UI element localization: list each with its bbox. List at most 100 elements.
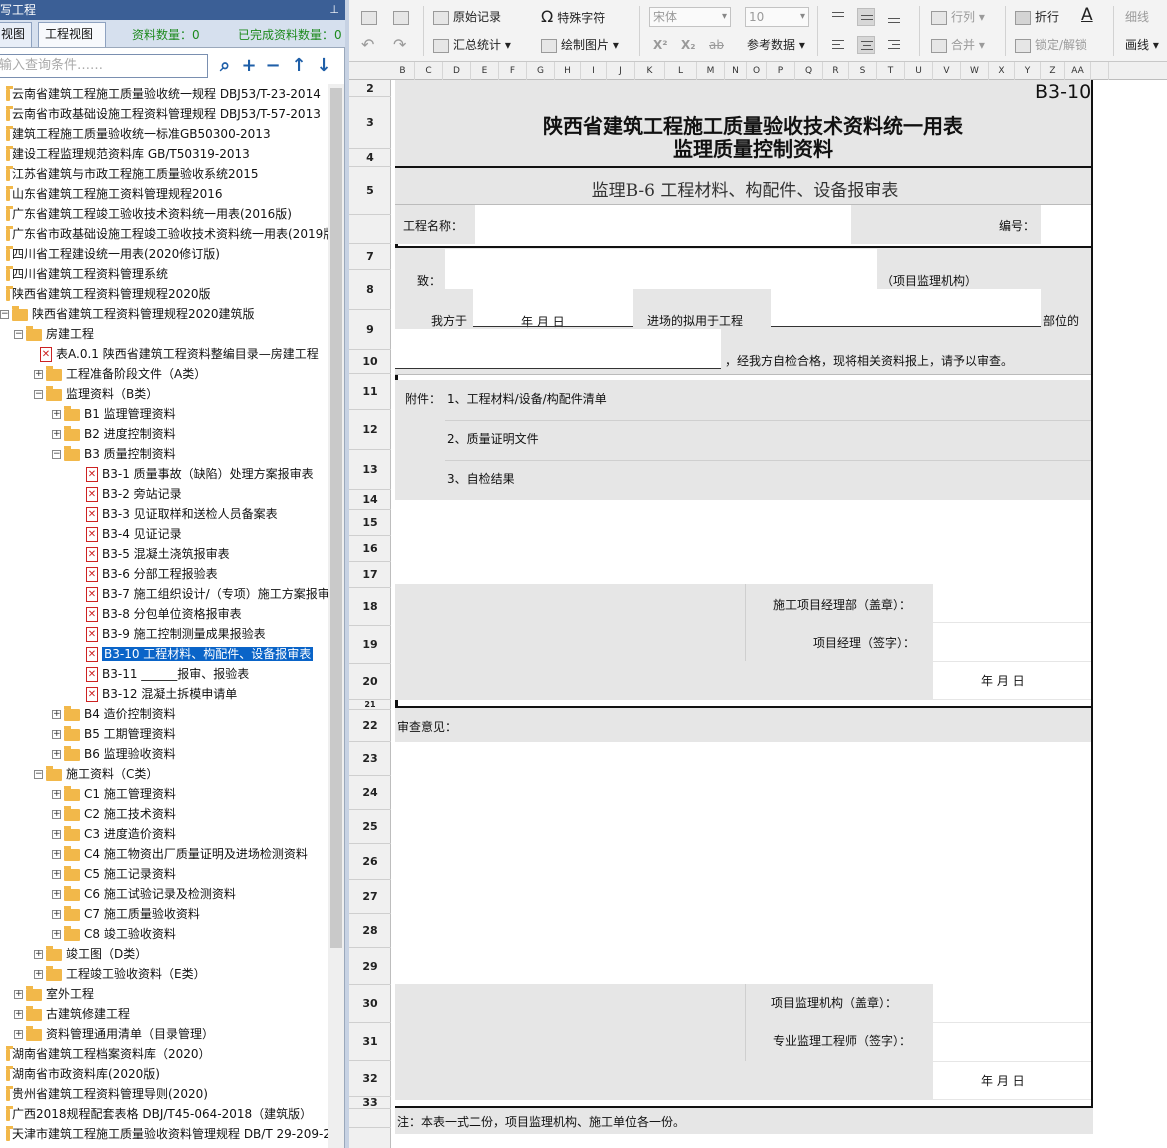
tree-node[interactable]: ✕ B3-8 分包单位资格报审表 (86, 604, 242, 624)
column-header[interactable]: Y (1015, 62, 1041, 80)
expand-icon[interactable]: + (52, 710, 61, 719)
tree-scrollbar[interactable] (328, 84, 344, 1148)
column-header[interactable]: N (725, 62, 747, 80)
tree-node[interactable]: 云南省市政基础设施工程资料管理规程 DBJ53/T-57-2013 (6, 104, 321, 124)
row-header[interactable]: 4 (349, 149, 391, 167)
row-header[interactable]: 13 (349, 450, 391, 490)
column-header[interactable]: R (823, 62, 849, 80)
tree-node[interactable]: 湖南省建筑工程档案资料库（2020） (6, 1044, 211, 1064)
remove-icon[interactable]: − (262, 55, 284, 77)
tree-node[interactable]: 建筑工程施工质量验收统一标准GB50300-2013 (6, 124, 271, 144)
expand-icon[interactable]: + (52, 810, 61, 819)
row-header[interactable]: 5 (349, 167, 391, 215)
column-header[interactable]: E (471, 62, 499, 80)
tab-project-view[interactable]: 工程视图 (38, 22, 106, 47)
tree-node[interactable]: + B2 进度控制资料 (52, 424, 176, 444)
move-down-icon[interactable]: ↓ (313, 55, 335, 77)
row-header[interactable]: 24 (349, 776, 391, 810)
column-header[interactable]: P (767, 62, 795, 80)
column-header[interactable]: F (499, 62, 527, 80)
column-header[interactable]: AA (1065, 62, 1091, 80)
thin-line-select[interactable]: 细线 (1125, 8, 1149, 26)
undo-icon[interactable]: ↶ (361, 36, 374, 54)
tree-node[interactable]: 天津市建筑工程施工质量验收资料管理规程 DB/T 29-209-2020 (6, 1124, 328, 1144)
tree-node[interactable]: ✕ B3-12 混凝土拆模申请单 (86, 684, 237, 704)
supervision-seal-field[interactable] (933, 984, 1093, 1022)
subscript-button[interactable]: X₂ (681, 36, 696, 54)
align-top-icon[interactable] (829, 8, 847, 26)
tree-node[interactable]: + C5 施工记录资料 (52, 864, 176, 884)
tree-node[interactable]: + C2 施工技术资料 (52, 804, 176, 824)
redo-icon[interactable]: ↷ (393, 36, 406, 54)
tree-node[interactable]: ✕ B3-4 见证记录 (86, 524, 182, 544)
column-header[interactable]: M (697, 62, 725, 80)
tree-node[interactable]: − 房建工程 (14, 324, 94, 344)
column-header[interactable]: V (933, 62, 961, 80)
expand-icon[interactable]: + (14, 1030, 23, 1039)
row-header[interactable]: 22 (349, 710, 391, 742)
font-color-icon[interactable]: A (1081, 6, 1093, 24)
paste-icon[interactable] (393, 8, 413, 26)
column-header[interactable]: I (581, 62, 607, 80)
project-name-field[interactable] (475, 205, 851, 244)
row-header[interactable]: 25 (349, 810, 391, 844)
column-header[interactable]: U (905, 62, 933, 80)
tree-node[interactable]: 广东省市政基础设施工程竣工验收技术资料统一用表(2019版) (6, 224, 328, 244)
column-header[interactable]: D (443, 62, 471, 80)
tree-node[interactable]: − B3 质量控制资料 (52, 444, 176, 464)
collapse-icon[interactable]: − (34, 390, 43, 399)
tree-node[interactable]: ✕ B3-6 分部工程报验表 (86, 564, 218, 584)
summary-button[interactable]: 汇总统计 ▾ (433, 36, 511, 54)
tree-node[interactable]: 广东省建筑工程竣工验收技术资料统一用表(2016版) (6, 204, 292, 224)
collapse-icon[interactable]: − (52, 450, 61, 459)
row-header[interactable]: 8 (349, 270, 391, 310)
expand-icon[interactable]: + (52, 410, 61, 419)
column-header[interactable]: W (961, 62, 989, 80)
tree-node[interactable]: 湖南省市政资料库(2020版) (6, 1064, 160, 1084)
project-part-field[interactable] (771, 289, 1041, 327)
tree-node[interactable]: + C1 施工管理资料 (52, 784, 176, 804)
column-header[interactable]: H (555, 62, 581, 80)
tree-node[interactable]: − 施工资料（C类） (34, 764, 158, 784)
expand-icon[interactable]: + (52, 830, 61, 839)
font-size-select[interactable]: 10 (745, 7, 809, 27)
tree-node[interactable]: + 古建筑修建工程 (14, 1004, 130, 1024)
scrollbar-thumb[interactable] (330, 88, 342, 948)
reference-data-button[interactable]: 参考数据 ▾ (747, 36, 805, 54)
tree-node[interactable]: + C7 施工质量验收资料 (52, 904, 200, 924)
row-header[interactable]: 7 (349, 244, 391, 270)
search-icon[interactable]: ⌕ (214, 55, 236, 77)
row-header[interactable]: 21 (349, 700, 391, 710)
align-left-icon[interactable] (829, 36, 847, 54)
tree-node[interactable]: 四川省建筑工程资料管理系统 (6, 264, 168, 284)
tab-view[interactable]: 视图 (0, 22, 32, 47)
tree-node[interactable]: 四川省工程建设统一用表(2020修订版) (6, 244, 220, 264)
row-header[interactable]: 2 (349, 80, 391, 97)
column-header[interactable]: G (527, 62, 555, 80)
attachments-notes-field[interactable] (395, 500, 1093, 584)
superscript-button[interactable]: X² (653, 36, 668, 54)
expand-icon[interactable]: + (14, 990, 23, 999)
align-bottom-icon[interactable] (885, 8, 903, 26)
draw-line-button[interactable]: 画线 ▾ (1125, 36, 1159, 54)
tree-node[interactable]: + B1 监理管理资料 (52, 404, 176, 424)
align-middle-icon[interactable] (857, 8, 875, 26)
tree-node[interactable]: ✕ B3-1 质量事故（缺陷）处理方案报审表 (86, 464, 314, 484)
tree-node[interactable]: + 室外工程 (14, 984, 94, 1004)
collapse-icon[interactable]: − (0, 310, 9, 319)
wrap-text-button[interactable]: 折行 (1015, 8, 1059, 26)
expand-icon[interactable]: + (52, 730, 61, 739)
column-header[interactable]: Z (1041, 62, 1065, 80)
expand-icon[interactable]: + (52, 750, 61, 759)
tree-node[interactable]: − 监理资料（B类） (34, 384, 158, 404)
tree-node[interactable]: ✕ B3-5 混凝土浇筑报审表 (86, 544, 230, 564)
column-header[interactable] (1091, 62, 1109, 80)
expand-icon[interactable]: + (34, 950, 43, 959)
expand-icon[interactable]: + (52, 850, 61, 859)
tree-node[interactable]: 广西2018规程配套表格 DBJ/T45-064-2018（建筑版） (6, 1104, 312, 1124)
search-input[interactable]: 输入查询条件…… (0, 54, 208, 78)
tree-node[interactable]: + 工程准备阶段文件（A类） (34, 364, 206, 384)
expand-icon[interactable]: + (52, 430, 61, 439)
tree-node[interactable]: + C3 进度造价资料 (52, 824, 176, 844)
row-header[interactable]: 33 (349, 1097, 391, 1109)
